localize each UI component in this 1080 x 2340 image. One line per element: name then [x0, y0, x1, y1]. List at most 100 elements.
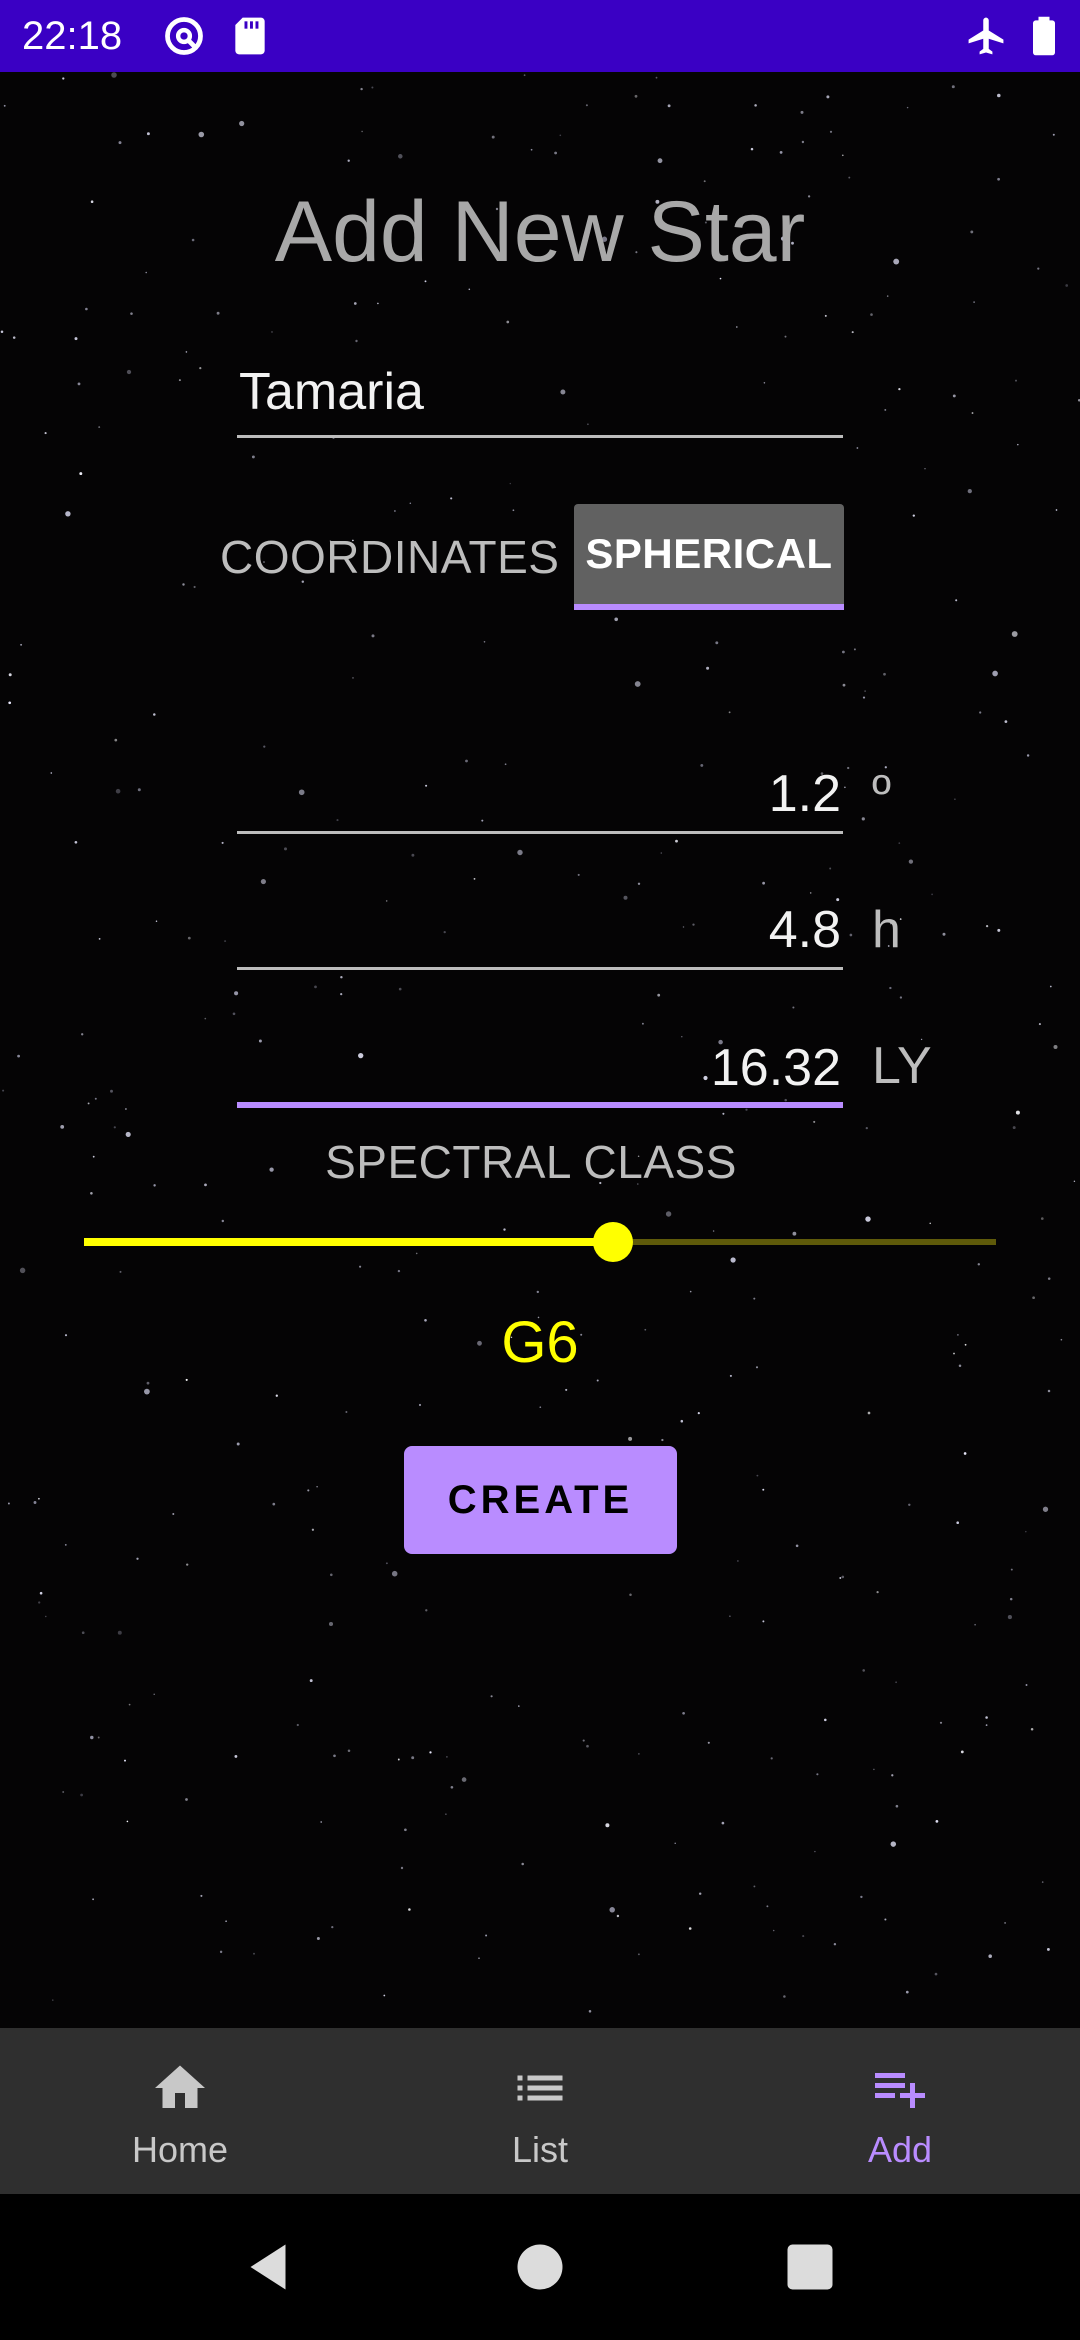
- star-dot: [762, 1488, 765, 1491]
- star-dot: [359, 1265, 362, 1268]
- star-dot: [52, 1999, 54, 2001]
- star-dot: [411, 853, 415, 857]
- star-dot: [186, 1563, 189, 1566]
- star-dot: [111, 72, 117, 78]
- star-dot: [124, 1108, 127, 1110]
- star-dot: [908, 859, 914, 864]
- star-dot: [770, 1757, 773, 1760]
- star-dot: [889, 986, 892, 990]
- star-dot: [445, 1755, 448, 1758]
- slider-active-track: [84, 1238, 613, 1246]
- star-dot: [851, 331, 854, 334]
- star-dot: [204, 1017, 207, 1020]
- star-dot: [735, 326, 738, 328]
- star-dot: [404, 1828, 407, 1832]
- star-dot: [813, 1120, 816, 1123]
- star-dot: [340, 975, 343, 979]
- nav-item-list[interactable]: List: [360, 2028, 720, 2194]
- star-dot: [842, 650, 845, 654]
- star-dot: [345, 1411, 348, 1413]
- spherical-toggle-button[interactable]: SPHERICAL: [574, 504, 844, 610]
- star-dot: [1007, 1615, 1012, 1620]
- star-dot: [856, 447, 859, 449]
- spectral-class-slider[interactable]: [84, 1222, 996, 1262]
- bottom-navigation: Home List Add: [0, 2028, 1080, 2194]
- right-ascension-input[interactable]: 4.8: [237, 890, 843, 970]
- star-dot: [1004, 720, 1008, 723]
- star-dot: [824, 314, 827, 317]
- star-dot: [844, 786, 846, 789]
- back-icon[interactable]: [238, 2237, 298, 2297]
- slider-thumb[interactable]: [592, 1222, 633, 1262]
- star-dot: [216, 311, 220, 315]
- declination-input[interactable]: 1.2: [237, 754, 843, 834]
- star-dot: [762, 1620, 765, 1623]
- star-dot: [371, 86, 374, 89]
- star-dot: [637, 1953, 640, 1956]
- star-dot: [263, 745, 266, 748]
- star-dot: [605, 1823, 610, 1828]
- star-dot: [766, 1905, 769, 1908]
- star-dot: [272, 1502, 276, 1506]
- star-dot: [225, 1920, 227, 1923]
- star-dot: [721, 1821, 725, 1825]
- home-circle-icon[interactable]: [510, 2237, 570, 2297]
- create-button[interactable]: CREATE: [404, 1446, 677, 1554]
- star-dot: [124, 1759, 126, 1762]
- star-dot: [309, 1679, 313, 1683]
- star-dot: [661, 1438, 664, 1442]
- star-dot: [956, 1521, 960, 1525]
- star-dot: [38, 1601, 41, 1604]
- star-dot: [682, 1711, 685, 1715]
- coordinates-label: COORDINATES: [220, 531, 560, 583]
- star-dot: [974, 1623, 976, 1626]
- star-dot: [1009, 1597, 1013, 1601]
- star-dot: [461, 1777, 467, 1782]
- star-dot: [491, 135, 495, 139]
- recents-icon[interactable]: [780, 2237, 840, 2297]
- star-dot: [251, 455, 255, 459]
- star-dot: [795, 1544, 799, 1548]
- distance-input[interactable]: 16.32: [237, 1028, 843, 1108]
- star-dot: [408, 1908, 411, 1911]
- nav-item-add[interactable]: Add: [720, 2028, 1080, 2194]
- star-dot: [829, 130, 833, 133]
- star-dot: [1025, 1684, 1028, 1686]
- star-dot: [136, 1557, 139, 1560]
- star-dot: [137, 788, 141, 792]
- star-dot: [7, 1502, 10, 1505]
- nav-item-home[interactable]: Home: [0, 2028, 360, 2194]
- nav-label-list: List: [511, 2129, 569, 2170]
- star-dot: [393, 510, 396, 512]
- star-dot: [629, 1593, 632, 1597]
- star-dot: [19, 1267, 26, 1274]
- playlist-add-icon: [870, 2058, 930, 2118]
- star-dot: [762, 881, 765, 885]
- spectral-class-value: G6: [501, 1310, 579, 1375]
- star-dot: [182, 583, 185, 586]
- star-dot: [50, 772, 53, 774]
- star-dot: [117, 1630, 122, 1635]
- star-dot: [1026, 754, 1030, 757]
- star-dot: [955, 599, 958, 602]
- star-dot: [539, 1406, 542, 1409]
- star-dot: [8, 701, 12, 705]
- battery-icon: [1022, 14, 1066, 58]
- star-dot: [39, 1591, 43, 1595]
- star-dot: [697, 1412, 700, 1415]
- star-dot: [224, 940, 227, 943]
- star-dot: [842, 683, 846, 687]
- star-dot: [353, 302, 357, 305]
- star-dot: [971, 412, 974, 414]
- star-name-input[interactable]: Tamaria: [237, 352, 843, 438]
- star-dot: [997, 177, 1000, 181]
- star-dot: [1042, 1506, 1049, 1512]
- star-dot: [963, 1452, 967, 1455]
- page-title: Add New Star: [274, 184, 806, 280]
- star-dot: [146, 132, 150, 136]
- star-dot: [1041, 1881, 1044, 1883]
- star-dot: [340, 993, 343, 996]
- star-dot: [753, 1885, 756, 1888]
- star-dot: [634, 94, 638, 98]
- star-dot: [418, 1403, 422, 1407]
